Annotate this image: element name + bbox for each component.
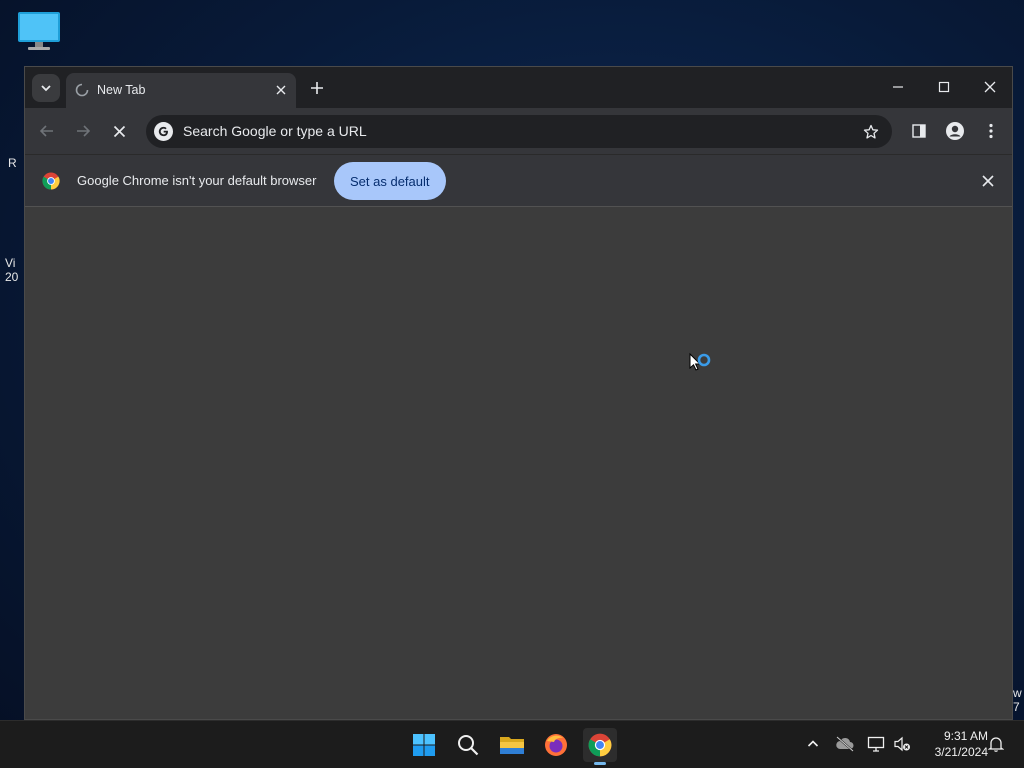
network-tray-button[interactable] bbox=[865, 733, 887, 755]
close-icon bbox=[984, 81, 996, 93]
minimize-icon bbox=[893, 86, 903, 88]
chrome-logo-icon bbox=[42, 172, 60, 190]
active-app-indicator bbox=[594, 762, 606, 765]
profile-avatar-icon bbox=[946, 122, 964, 140]
desktop-partial-label: w bbox=[1013, 686, 1022, 700]
address-bar[interactable]: Search Google or type a URL bbox=[146, 115, 892, 148]
tab-close-button[interactable] bbox=[270, 79, 292, 101]
google-g-icon bbox=[154, 122, 173, 141]
folder-icon bbox=[500, 737, 524, 754]
more-vertical-icon bbox=[989, 123, 993, 139]
network-icon bbox=[867, 736, 885, 752]
infobar-message: Google Chrome isn't your default browser bbox=[77, 173, 317, 188]
browser-toolbar: Search Google or type a URL bbox=[25, 108, 1012, 154]
file-explorer-button[interactable] bbox=[495, 728, 529, 762]
desktop-partial-label: Vi bbox=[5, 256, 16, 270]
close-icon bbox=[276, 85, 286, 95]
chrome-window: New Tab Search Google or type a URL Goog… bbox=[24, 66, 1013, 720]
plus-icon bbox=[311, 82, 323, 94]
bell-icon bbox=[988, 737, 1004, 752]
this-pc-desktop-icon[interactable] bbox=[16, 10, 62, 52]
clock-date: 3/21/2024 bbox=[934, 745, 988, 759]
close-icon bbox=[982, 175, 994, 187]
tab-title: New Tab bbox=[97, 83, 146, 97]
chrome-menu-button[interactable] bbox=[976, 116, 1006, 146]
chrome-taskbar-button[interactable] bbox=[583, 728, 617, 765]
forward-button[interactable] bbox=[68, 116, 98, 146]
star-icon bbox=[863, 124, 879, 139]
infobar-close-button[interactable] bbox=[978, 171, 998, 191]
chevron-up-icon bbox=[807, 740, 819, 747]
chrome-logo-icon bbox=[588, 733, 612, 757]
back-arrow-icon bbox=[39, 125, 53, 137]
tab-search-button[interactable] bbox=[32, 74, 60, 102]
tab-strip: New Tab bbox=[25, 67, 1012, 108]
loading-spinner-icon bbox=[75, 83, 89, 97]
profile-button[interactable] bbox=[940, 116, 970, 146]
onedrive-tray-button[interactable] bbox=[834, 733, 856, 755]
side-panel-icon bbox=[912, 124, 926, 138]
page-content-area[interactable] bbox=[25, 207, 1012, 719]
desktop-partial-label: 7 bbox=[1013, 700, 1020, 714]
maximize-icon bbox=[938, 81, 950, 93]
bookmark-star-button[interactable] bbox=[860, 121, 882, 143]
close-icon bbox=[113, 125, 125, 137]
notifications-button[interactable] bbox=[985, 733, 1007, 755]
default-browser-infobar: Google Chrome isn't your default browser… bbox=[25, 154, 1012, 207]
taskbar: 9:31 AM 3/21/2024 bbox=[0, 720, 1024, 768]
system-clock[interactable]: 9:31 AM 3/21/2024 bbox=[918, 728, 988, 760]
stop-loading-button[interactable] bbox=[104, 116, 134, 146]
busy-cursor-icon bbox=[689, 352, 711, 371]
set-as-default-button[interactable]: Set as default bbox=[334, 162, 446, 200]
minimize-button[interactable] bbox=[875, 67, 921, 107]
search-button[interactable] bbox=[451, 728, 485, 762]
tab-new-tab[interactable]: New Tab bbox=[66, 73, 296, 108]
clock-time: 9:31 AM bbox=[943, 729, 988, 743]
maximize-button[interactable] bbox=[921, 67, 967, 107]
desktop-partial-label: R bbox=[8, 156, 17, 170]
desktop-partial-label: 20 bbox=[5, 270, 19, 284]
new-tab-button[interactable] bbox=[304, 75, 330, 101]
speaker-muted-icon bbox=[894, 736, 910, 752]
back-button[interactable] bbox=[32, 116, 62, 146]
firefox-button[interactable] bbox=[539, 728, 573, 762]
window-close-button[interactable] bbox=[967, 67, 1013, 107]
cloud-offline-icon bbox=[836, 736, 854, 752]
firefox-icon bbox=[545, 734, 567, 756]
forward-arrow-icon bbox=[77, 125, 91, 137]
side-panel-button[interactable] bbox=[904, 116, 934, 146]
chevron-down-icon bbox=[41, 85, 51, 92]
start-button[interactable] bbox=[407, 728, 441, 762]
show-hidden-icons-button[interactable] bbox=[802, 733, 824, 755]
volume-tray-button[interactable] bbox=[891, 733, 913, 755]
windows-logo-icon bbox=[413, 734, 435, 756]
address-bar-placeholder: Search Google or type a URL bbox=[183, 123, 367, 139]
search-icon bbox=[458, 735, 479, 756]
